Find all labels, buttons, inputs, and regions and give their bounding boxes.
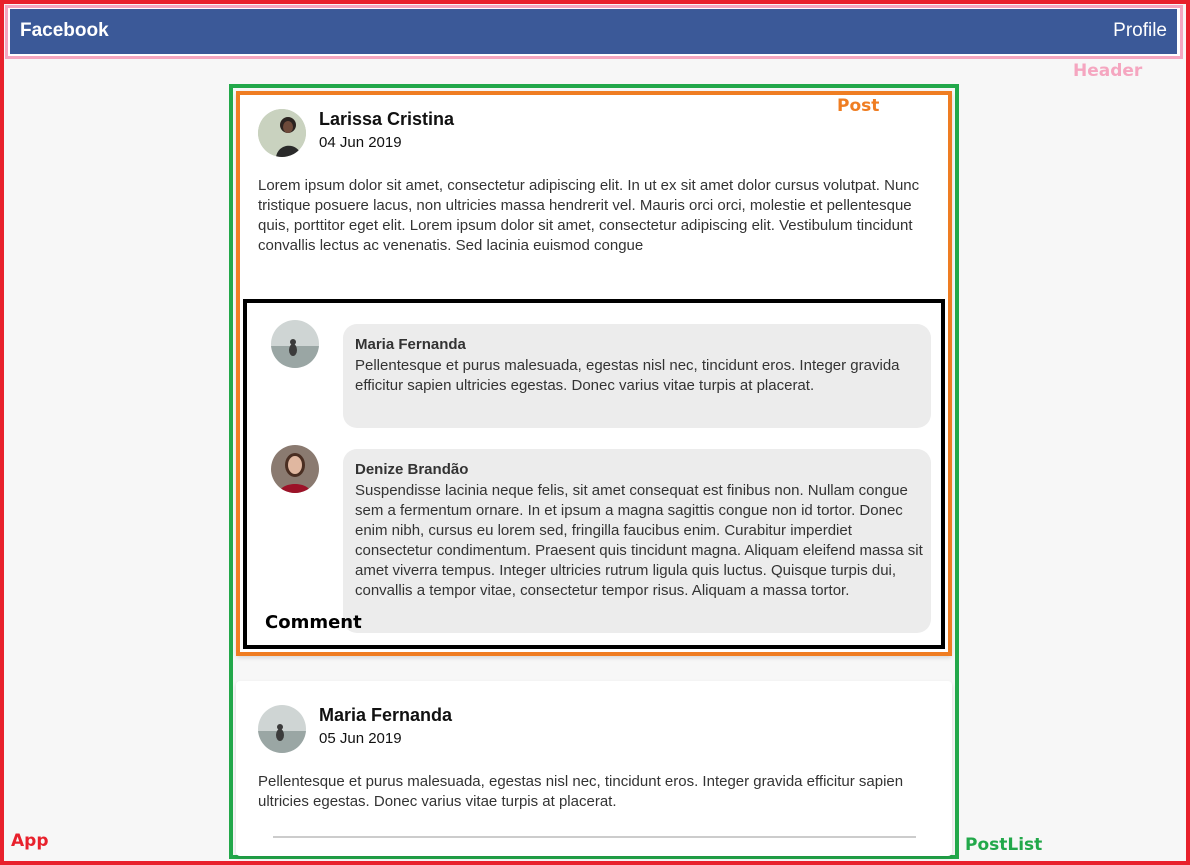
header: Facebook Profile bbox=[10, 9, 1177, 54]
comment-outline bbox=[243, 299, 945, 649]
postlist-annotation-label: PostList bbox=[965, 835, 1043, 855]
post-divider bbox=[273, 836, 916, 838]
brand-logo[interactable]: Facebook bbox=[20, 20, 109, 42]
profile-link[interactable]: Profile bbox=[1113, 20, 1167, 42]
avatar-photo bbox=[258, 705, 306, 753]
post-annotation-label: Post bbox=[837, 96, 880, 116]
author-avatar[interactable] bbox=[258, 705, 306, 753]
post-content: Pellentesque et purus malesuada, egestas… bbox=[258, 773, 904, 810]
post-author[interactable]: Maria Fernanda bbox=[319, 705, 452, 726]
post-date: 05 Jun 2019 bbox=[319, 730, 402, 747]
app-annotation-label: App bbox=[11, 831, 49, 851]
post-card: Maria Fernanda 05 Jun 2019 Pellentesque … bbox=[236, 681, 952, 856]
header-annotation-label: Header bbox=[1073, 61, 1143, 81]
comment-annotation-label: Comment bbox=[265, 612, 362, 633]
